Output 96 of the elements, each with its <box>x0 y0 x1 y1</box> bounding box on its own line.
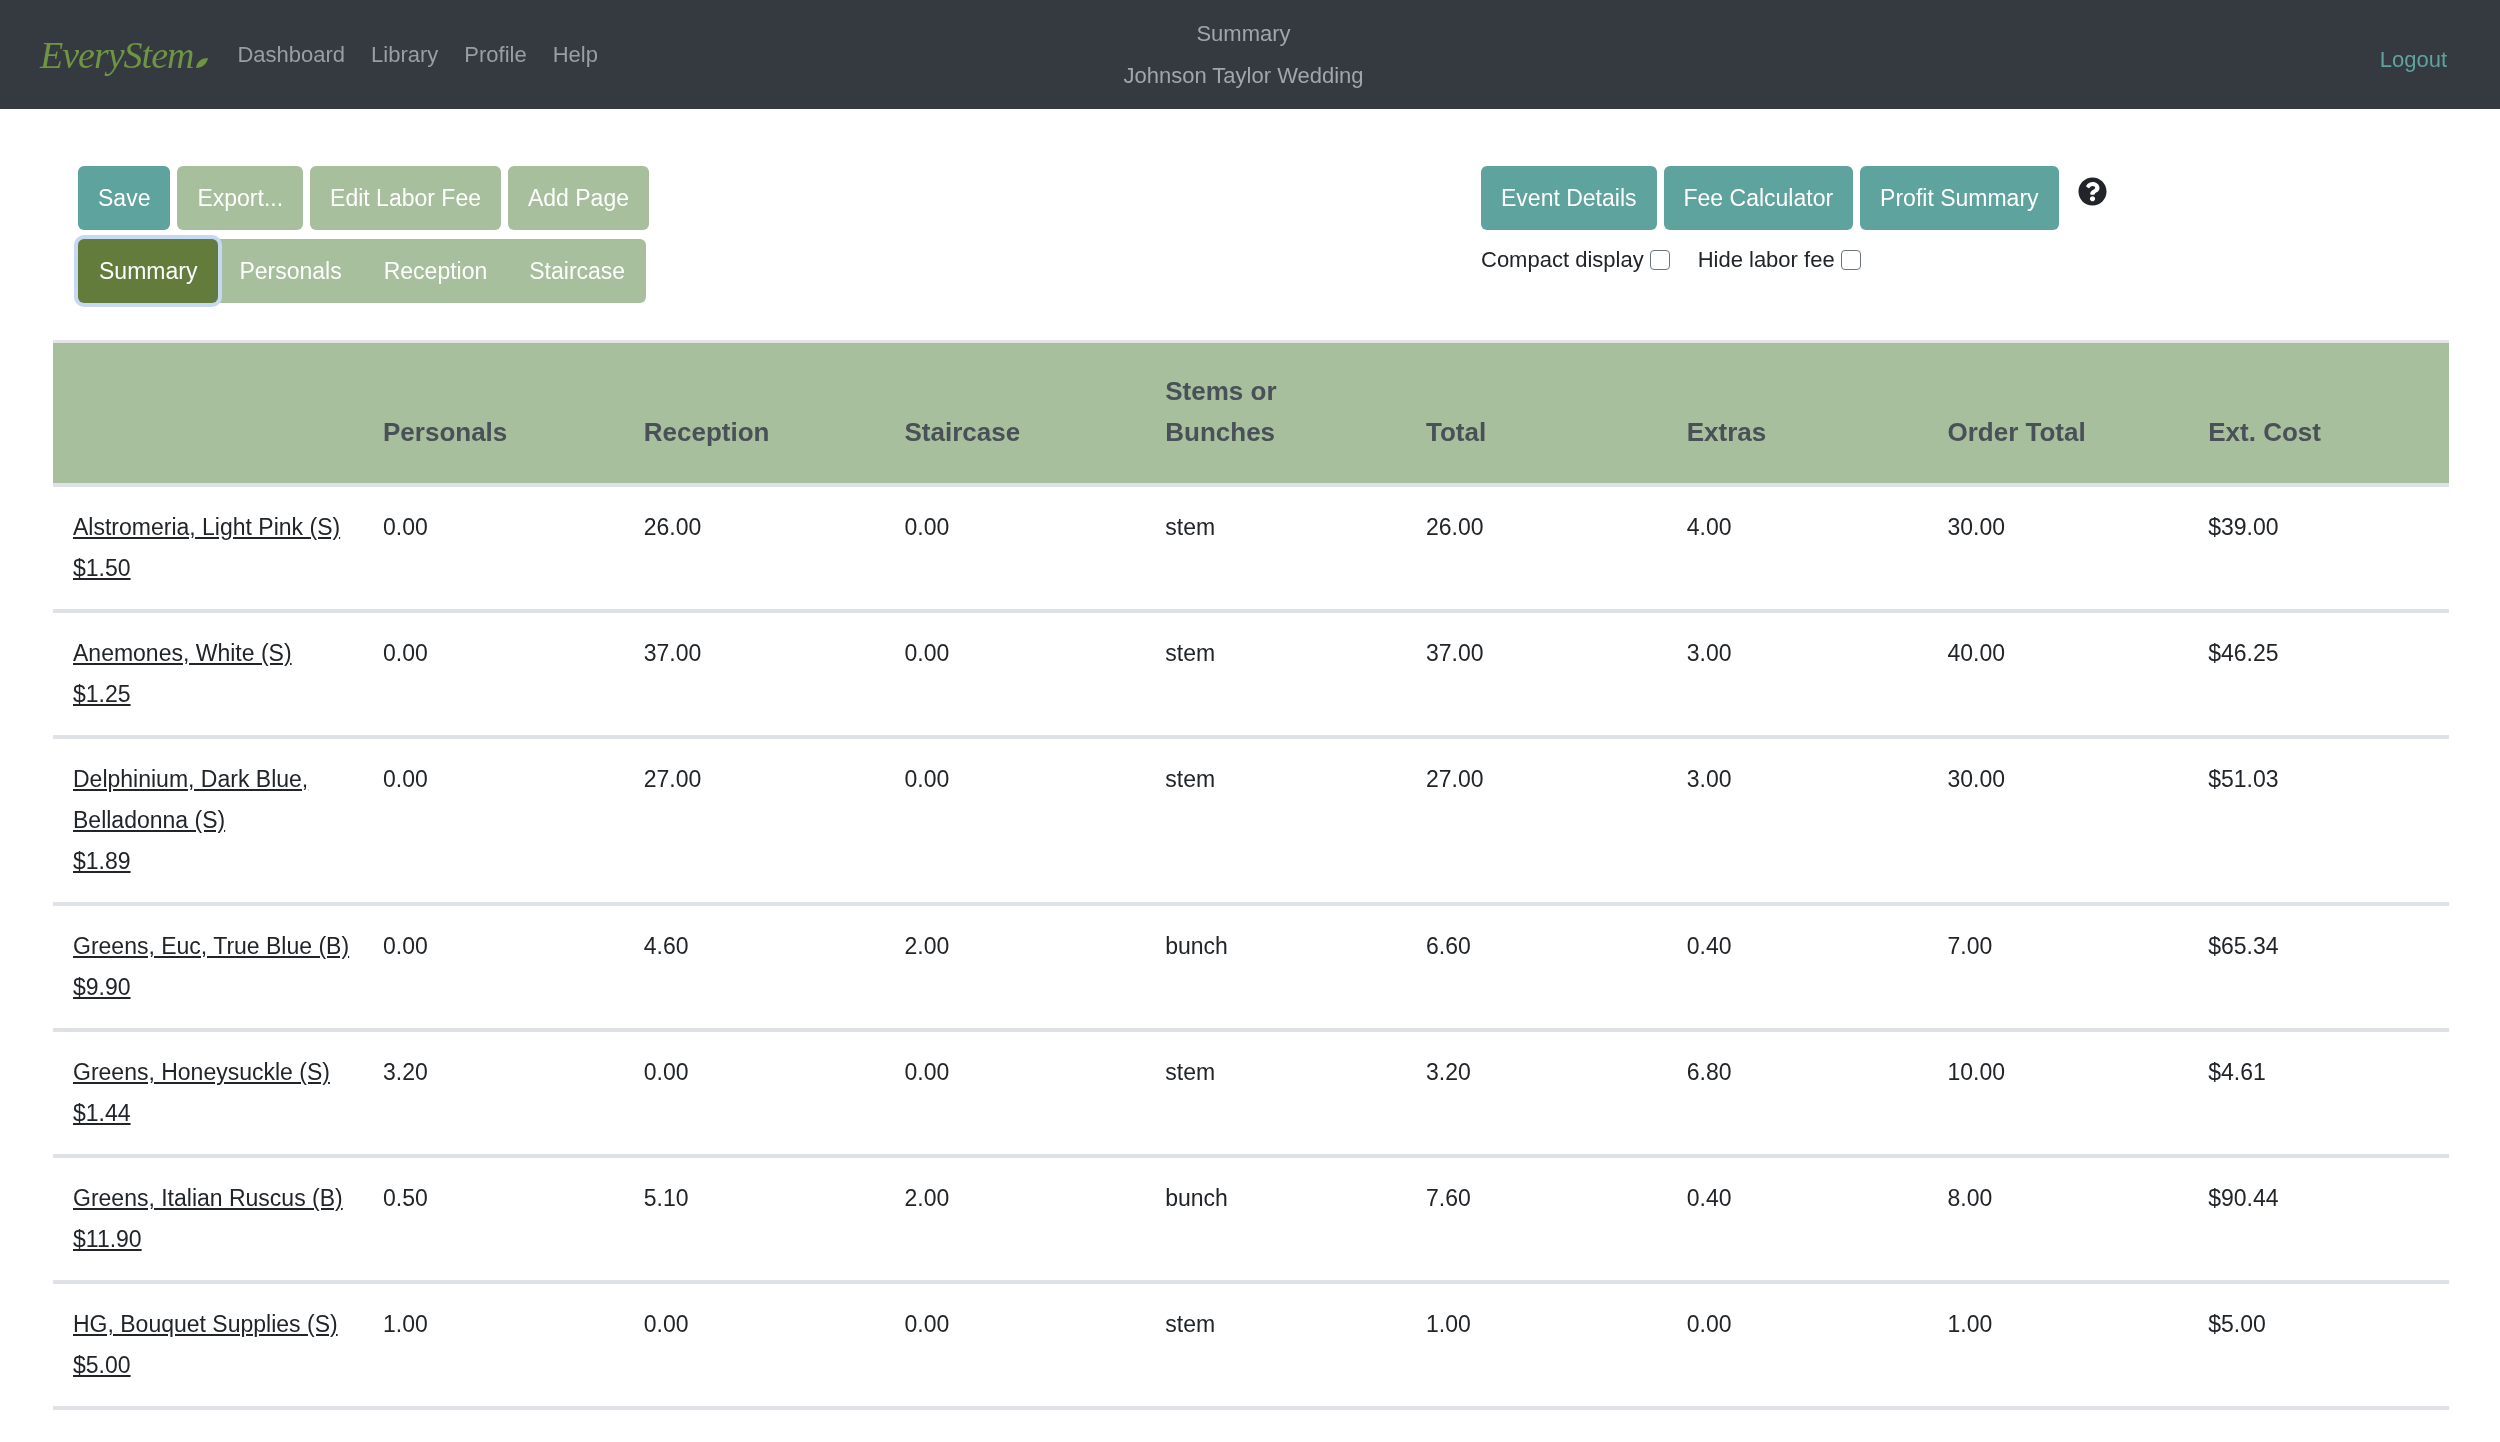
table-cell-text: 0.40 <box>1686 1184 1732 1213</box>
table-cell-text: 37.00 <box>643 639 702 668</box>
item-link[interactable]: Alstromeria, Light Pink (S) <box>73 507 341 548</box>
table-cell-text: $4.61 <box>2208 1058 2266 1087</box>
table-cell-text: 0.00 <box>904 1310 950 1339</box>
item-link[interactable]: Greens, Italian Ruscus (B) <box>73 1178 343 1219</box>
table-cell-text: 27.00 <box>1426 765 1484 794</box>
table-cell-text: 6.80 <box>1686 1058 1732 1087</box>
price-link[interactable]: $11.90 <box>73 1219 142 1260</box>
table-cell-text: stem <box>1165 639 1216 668</box>
item-link[interactable]: HG, Bouquet Supplies (S) <box>73 1304 338 1345</box>
table-cell-text: bunch <box>1165 932 1228 961</box>
table-cell-text: 1.00 <box>1426 1310 1471 1339</box>
table-cell-text: $65.34 <box>2208 932 2279 961</box>
checkbox[interactable] <box>1840 250 1861 270</box>
column-header: Total <box>1406 341 1667 485</box>
table-cell-text: 2.00 <box>904 932 950 961</box>
price-link[interactable]: $5.00 <box>73 1345 131 1386</box>
table-cell-text: 0.00 <box>904 1058 950 1087</box>
table-cell-text: bunch <box>1165 1184 1228 1213</box>
table-cell-text: 1.00 <box>1947 1310 1993 1339</box>
item-link[interactable]: Delphinium, Dark Blue, Belladonna (S) <box>73 759 363 841</box>
column-header: Extras <box>1666 341 1928 485</box>
table-cell-text: 0.00 <box>904 765 950 794</box>
table-cell-text: 3.00 <box>1686 639 1732 668</box>
price-link[interactable]: $9.90 <box>73 967 131 1008</box>
table-cell-text: stem <box>1165 765 1216 794</box>
table-cell-text: 0.00 <box>383 932 428 961</box>
checkbox-label: Hide labor fee <box>1697 246 1835 274</box>
table-cell-text: 0.00 <box>383 765 428 794</box>
table-cell-text: 6.60 <box>1426 932 1471 961</box>
column-header: Stems or Bunches <box>1145 341 1406 485</box>
nav-link[interactable]: Library <box>371 39 439 70</box>
table-cell-text: 0.00 <box>904 639 950 668</box>
table-cell-text: 5.10 <box>643 1184 689 1213</box>
column-header: Personals <box>363 341 624 485</box>
page-title: Summary <box>1196 19 1291 48</box>
leaf-icon <box>195 56 210 69</box>
table-cell-text: 2.00 <box>904 1184 950 1213</box>
table-cell-text: 27.00 <box>643 765 702 794</box>
logo-text[interactable]: EveryStem <box>40 32 194 77</box>
table-cell-text: 0.00 <box>383 513 428 542</box>
help-icon[interactable] <box>2077 176 2107 206</box>
tool-button[interactable]: Event Details <box>1481 166 1657 230</box>
table-cell-text: 0.00 <box>904 513 950 542</box>
nav-link[interactable]: Profile <box>464 39 527 70</box>
table-cell-text: $90.44 <box>2208 1184 2279 1213</box>
table-cell-text: 10.00 <box>1947 1058 2006 1087</box>
item-link[interactable]: Greens, Euc, True Blue (B) <box>73 926 350 967</box>
table-cell-text: 30.00 <box>1947 765 2006 794</box>
table-cell-text: $51.03 <box>2208 765 2279 794</box>
table-cell-text: 0.00 <box>383 639 428 668</box>
table-cell-text: 4.60 <box>643 932 689 961</box>
table-cell-text: $46.25 <box>2208 639 2279 668</box>
column-header: Ext. Cost <box>2188 341 2449 485</box>
item-link[interactable]: Greens, Honeysuckle (S) <box>73 1052 330 1093</box>
table-cell-text: 3.00 <box>1686 765 1732 794</box>
table-cell-text: 26.00 <box>643 513 702 542</box>
table-cell-text: 1.00 <box>383 1310 428 1339</box>
table-cell-text: 0.00 <box>643 1310 689 1339</box>
table-cell-text: 40.00 <box>1947 639 2006 668</box>
price-link[interactable]: $1.50 <box>73 548 131 589</box>
action-button[interactable]: Save <box>78 166 171 230</box>
nav-link[interactable]: Help <box>552 39 598 70</box>
table-cell-text: 37.00 <box>1426 639 1484 668</box>
table-cell-text: 0.00 <box>1686 1310 1732 1339</box>
table-cell-text: stem <box>1165 1310 1216 1339</box>
table-cell-text: $5.00 <box>2208 1310 2266 1339</box>
table-cell-text: 3.20 <box>383 1058 428 1087</box>
column-header: Order Total <box>1927 341 2189 485</box>
table-cell-text: stem <box>1165 1058 1216 1087</box>
column-header: Staircase <box>884 341 1146 485</box>
table-cell-text: 0.50 <box>383 1184 428 1213</box>
price-link[interactable]: $1.44 <box>73 1093 131 1134</box>
item-link[interactable]: Anemones, White (S) <box>73 633 292 674</box>
checkbox[interactable] <box>1649 250 1670 270</box>
column-header: Reception <box>623 341 885 485</box>
table-cell-text: 0.00 <box>643 1058 689 1087</box>
table-cell-text: 7.00 <box>1947 932 1993 961</box>
table-cell-text: 7.60 <box>1426 1184 1471 1213</box>
table-cell-text: 30.00 <box>1947 513 2006 542</box>
checkbox-label: Compact display <box>1481 246 1644 274</box>
table-cell-text: 0.40 <box>1686 932 1732 961</box>
tool-button[interactable]: Profit Summary <box>1860 166 2059 230</box>
nav-link[interactable]: Dashboard <box>237 39 346 70</box>
event-name: Johnson Taylor Wedding <box>1123 61 1364 90</box>
price-link[interactable]: $1.89 <box>73 841 131 882</box>
table-cell-text: 4.00 <box>1686 513 1732 542</box>
price-link[interactable]: $1.25 <box>73 674 131 715</box>
table-cell-text: $39.00 <box>2208 513 2279 542</box>
table-cell-text: 3.20 <box>1426 1058 1471 1087</box>
table-cell-text: 26.00 <box>1426 513 1484 542</box>
table-cell-text: 8.00 <box>1947 1184 1993 1213</box>
logout-link[interactable]: Logout <box>2379 44 2447 75</box>
tool-button[interactable]: Fee Calculator <box>1663 166 1854 230</box>
table-cell-text: stem <box>1165 513 1216 542</box>
